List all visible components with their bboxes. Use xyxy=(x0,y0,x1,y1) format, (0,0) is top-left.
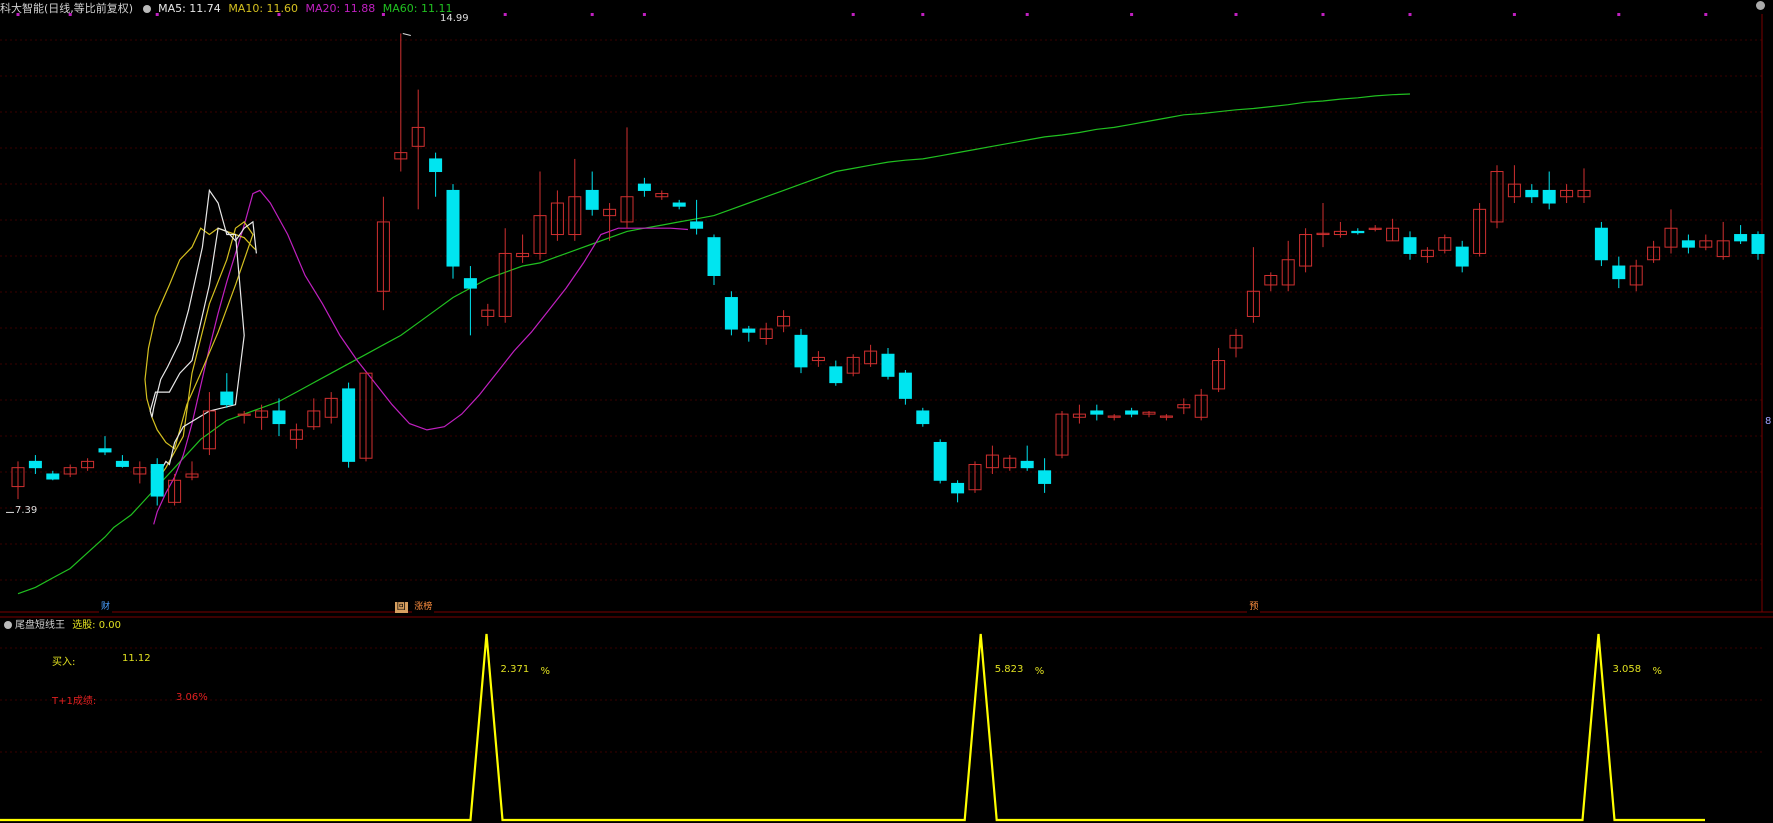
candle-down xyxy=(724,297,738,330)
signal-marker xyxy=(277,13,281,16)
candle-down xyxy=(690,221,704,229)
candle-down xyxy=(585,189,599,210)
signal-marker xyxy=(16,13,20,16)
candle-down xyxy=(1542,189,1556,204)
candle-down xyxy=(1125,410,1139,415)
price-chart[interactable] xyxy=(0,0,1773,823)
candle-down xyxy=(1351,230,1365,234)
candle-down xyxy=(881,353,895,377)
candle-down xyxy=(1734,234,1748,242)
t1-value: 3.06% xyxy=(176,692,208,703)
signal-marker xyxy=(1512,13,1516,16)
candle-down xyxy=(933,441,947,481)
signal-marker xyxy=(1234,13,1238,16)
buy-value: 11.12 xyxy=(122,653,151,664)
signal-marker xyxy=(68,13,72,16)
spike-pct: 3.058 xyxy=(1612,664,1642,675)
t1-label: T+1成绩: xyxy=(52,696,97,707)
signal-marker xyxy=(1408,13,1412,16)
indicator-title: 尾盘短线王 xyxy=(15,620,65,631)
candle-down xyxy=(1594,227,1608,261)
candle-down xyxy=(150,464,164,497)
candle-down xyxy=(28,460,42,469)
candle-down xyxy=(637,183,651,191)
candle-down xyxy=(1038,470,1052,484)
high-pointer xyxy=(402,33,411,37)
ma10-line xyxy=(144,221,257,484)
signal-marker xyxy=(590,13,594,16)
candle-down xyxy=(98,448,112,453)
candle-down xyxy=(446,189,460,267)
signal-line xyxy=(0,633,1705,822)
candle-down xyxy=(115,460,129,467)
candle-down xyxy=(707,237,721,276)
candle-down xyxy=(672,202,686,207)
candle-down xyxy=(463,278,477,289)
candle-down xyxy=(272,410,286,425)
candle-down xyxy=(898,372,912,399)
ma60-line xyxy=(17,93,1411,595)
event-tag[interactable]: 财 xyxy=(99,602,113,613)
chart-stage[interactable]: 科大智能(日线,等比前复权) MA5: 11.74 MA10: 11.60 MA… xyxy=(0,0,1773,823)
signal-marker xyxy=(1704,13,1708,16)
right-axis-tick: 8 xyxy=(1765,416,1772,427)
signal-marker xyxy=(1025,13,1029,16)
candle-down xyxy=(1403,237,1417,254)
candle-down xyxy=(1681,240,1695,248)
signal-marker xyxy=(155,13,159,16)
candle-down xyxy=(951,482,965,494)
event-tag[interactable]: 回 xyxy=(394,602,408,613)
signal-marker xyxy=(921,13,925,16)
buy-label: 买入: xyxy=(52,657,76,668)
signal-marker xyxy=(851,13,855,16)
candle-down xyxy=(916,410,930,425)
candle-down xyxy=(429,158,443,173)
spike-unit: % xyxy=(1652,666,1663,677)
candle-down xyxy=(46,473,60,480)
event-tag[interactable]: 预 xyxy=(1247,602,1261,613)
indicator-header: 尾盘短线王 选股: 0.00 xyxy=(2,616,121,631)
signal-marker xyxy=(381,13,385,16)
candle-down xyxy=(742,328,756,333)
candle-down xyxy=(220,391,234,406)
signal-marker xyxy=(1130,13,1134,16)
indicator-select: 选股: 0.00 xyxy=(72,620,122,631)
low-price-label: 7.39 xyxy=(15,505,38,516)
spike-pct: 2.371 xyxy=(500,664,530,675)
high-price-label: 14.99 xyxy=(440,13,469,24)
ma20-line xyxy=(153,189,688,525)
signal-marker xyxy=(642,13,646,16)
candle-down xyxy=(1455,246,1469,267)
candle-down xyxy=(1525,189,1539,198)
signal-marker xyxy=(503,13,507,16)
candle-down xyxy=(342,388,356,462)
spike-unit: % xyxy=(1034,666,1045,677)
candle-down xyxy=(1751,234,1765,254)
candle-down xyxy=(1020,460,1034,469)
candle-down xyxy=(1090,410,1104,415)
signal-marker xyxy=(1617,13,1621,16)
indicator-settings-icon[interactable] xyxy=(4,621,12,629)
candle-down xyxy=(829,366,843,384)
event-tag[interactable]: 涨榜 xyxy=(412,602,435,613)
candle-down xyxy=(1612,265,1626,280)
spike-pct: 5.823 xyxy=(994,664,1024,675)
spike-unit: % xyxy=(540,666,551,677)
candle-down xyxy=(794,334,808,368)
signal-marker xyxy=(1321,13,1325,16)
